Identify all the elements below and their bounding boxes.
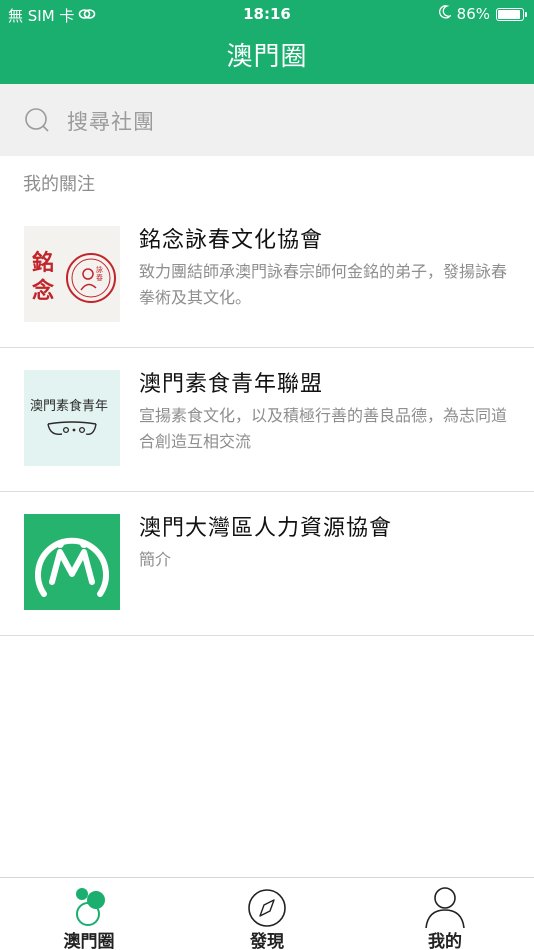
club-description: 致力團結師承澳門詠春宗師何金銘的弟子，發揚詠春拳術及其文化。 [139, 262, 508, 307]
list-item[interactable]: 銘 念 詠 春 銘念詠春文化協會 致力團結師承澳門詠春宗師何金銘的弟子，發揚詠春… [0, 204, 534, 348]
tab-label: 發現 [250, 932, 284, 950]
svg-text:春: 春 [96, 273, 103, 282]
svg-text:銘: 銘 [32, 250, 54, 276]
search-input[interactable]: 搜尋社團 [67, 106, 155, 136]
svg-text:詠: 詠 [96, 265, 103, 274]
battery-fill [498, 9, 521, 19]
club-logo [24, 514, 120, 610]
svg-text:澳門素食青年: 澳門素食青年 [30, 398, 108, 414]
battery-icon [496, 7, 527, 21]
club-name: 銘念詠春文化協會 [139, 228, 324, 253]
tab-bar: 澳門圈 發現 我的 [0, 877, 534, 950]
circles-icon [66, 882, 112, 928]
person-icon [422, 882, 468, 929]
club-logo: 銘 念 詠 春 [24, 226, 120, 322]
club-description: 簡介 [139, 550, 172, 569]
club-name: 澳門素食青年聯盟 [139, 372, 324, 397]
status-bar: 無 SIM 卡 18:16 86% [0, 0, 534, 28]
svg-text:念: 念 [32, 278, 54, 304]
tab-label: 我的 [428, 932, 462, 950]
search-icon [24, 107, 50, 133]
list-item[interactable]: 澳門大灣區人力資源協會 簡介 [0, 492, 534, 636]
club-name: 澳門大灣區人力資源協會 [139, 516, 393, 541]
moon-icon [438, 5, 452, 23]
page-title: 澳門圈 [226, 42, 308, 72]
club-logo: 澳門素食青年 [24, 370, 120, 466]
tab-label: 澳門圈 [63, 932, 115, 950]
list-item[interactable]: 澳門素食青年 澳門素食青年聯盟 宣揚素食文化，以及積極行善的善良品德，為志同道合… [0, 348, 534, 492]
search-bar[interactable]: 搜尋社團 [0, 84, 534, 156]
club-description: 宣揚素食文化，以及積極行善的善良品德，為志同道合創造互相交流 [139, 406, 508, 451]
top-bar: 無 SIM 卡 18:16 86% 澳門圈 [0, 0, 534, 84]
tab-me[interactable]: 我的 [356, 878, 534, 950]
tab-discover[interactable]: 發現 [178, 878, 356, 950]
tab-macau-circle[interactable]: 澳門圈 [0, 878, 178, 950]
compass-icon [244, 882, 290, 928]
battery-percent: 86% [456, 5, 490, 23]
section-label: 我的關注 [23, 174, 95, 195]
status-right: 86% [438, 5, 527, 23]
